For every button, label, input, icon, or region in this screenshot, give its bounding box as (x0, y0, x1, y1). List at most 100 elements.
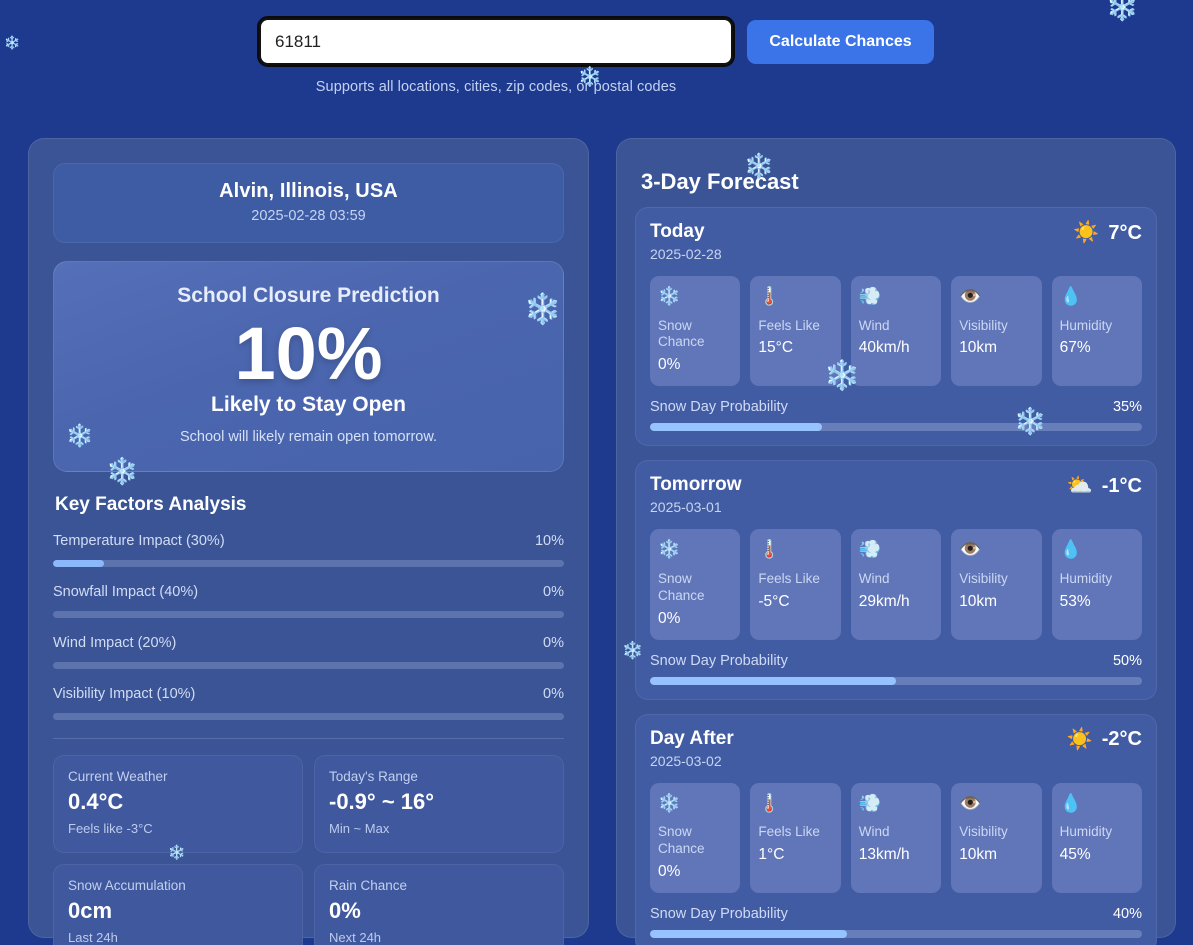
snowflake-icon: ❄️ (658, 793, 732, 815)
snow-probability-value: 50% (1113, 653, 1142, 669)
weather-stat-card: Rain Chance 0% Next 24h (314, 864, 564, 945)
thermometer-icon: 🌡️ (758, 793, 832, 815)
sun-icon: ☀️ (1067, 728, 1093, 752)
location-card: Alvin, Illinois, USA 2025-02-28 03:59 (53, 163, 564, 243)
forecast-day-title-group: Tomorrow 2025-03-01 (650, 474, 741, 515)
forecast-metric-thermometer: 🌡️ Feels Like 1°C (750, 783, 840, 893)
prediction-status: Likely to Stay Open (70, 393, 547, 417)
forecast-day-temperature: -1°C (1102, 475, 1142, 498)
stat-sublabel: Min ~ Max (329, 821, 549, 836)
forecast-day-card[interactable]: Day After 2025-03-02 ☀️-2°C ❄️Snow Chance0%… (635, 714, 1157, 945)
stat-value: 0.4°C (68, 789, 288, 815)
metric-value: 15°C (758, 339, 832, 357)
metric-value: 0% (658, 610, 732, 628)
key-factor-value: 10% (535, 533, 564, 549)
snow-probability-fill (650, 423, 822, 431)
forecast-title: 3-Day Forecast (641, 169, 1157, 195)
key-factor-label: Snowfall Impact (40%) (53, 584, 198, 600)
key-factor-progress-track (53, 662, 564, 669)
snow-probability-header: Snow Day Probability40% (650, 906, 1142, 922)
forecast-metric-eye: 👁️ Visibility 10km (951, 276, 1041, 386)
forecast-day-header: Day After 2025-03-02 ☀️-2°C (650, 728, 1142, 769)
wind-icon: 💨 (859, 286, 933, 308)
forecast-day-title-group: Day After 2025-03-02 (650, 728, 734, 769)
forecast-day-name: Day After (650, 728, 734, 750)
forecast-day-temperature-group: ☀️-2°C (1067, 728, 1142, 752)
forecast-metric-eye: 👁️Visibility10km (951, 783, 1041, 893)
forecast-metric-droplet: 💧Humidity53% (1052, 529, 1142, 639)
metric-label: Visibility (959, 571, 1033, 588)
eye-icon: 👁️ (959, 286, 1033, 308)
metric-value: 10km (959, 339, 1033, 357)
forecast-day-name: Today (650, 221, 722, 243)
prediction-description: School will likely remain open tomorrow. (70, 429, 547, 445)
weather-stat-card: Today's Range -0.9° ~ 16° Min ~ Max (314, 755, 564, 853)
key-factor-value: 0% (543, 635, 564, 651)
forecast-day-date: 2025-03-02 (650, 753, 734, 769)
metric-label: Humidity (1060, 824, 1134, 841)
forecast-day-header: Tomorrow 2025-03-01 ⛅ -1°C (650, 474, 1142, 515)
forecast-day-temperature-group: ⛅ -1°C (1067, 474, 1142, 498)
location-search-input[interactable] (259, 18, 733, 65)
search-field-wrapper: Supports all locations, cities, zip code… (259, 18, 733, 95)
metric-value: 1°C (758, 846, 832, 864)
key-factor-row: Wind Impact (20%)0% (53, 635, 564, 669)
metric-label: Wind (859, 824, 933, 841)
snowflake-icon: ❄️ (658, 286, 732, 308)
metric-value: 0% (658, 863, 732, 881)
stat-value: -0.9° ~ 16° (329, 789, 549, 815)
key-factor-progress-fill (53, 560, 104, 567)
eye-icon: 👁️ (959, 793, 1033, 815)
forecast-metric-droplet: 💧 Humidity 67% (1052, 276, 1142, 386)
forecast-day-date: 2025-02-28 (650, 246, 722, 262)
stat-value: 0cm (68, 898, 288, 924)
key-factor-value: 0% (543, 584, 564, 600)
snow-probability-fill (650, 677, 896, 685)
forecast-metric-wind: 💨Wind29km/h (851, 529, 941, 639)
sun-behind-cloud-icon: ⛅ (1067, 474, 1093, 498)
metric-label: Feels Like (758, 824, 832, 841)
snow-probability-track (650, 677, 1142, 685)
forecast-day-card[interactable]: Today2025-02-28☀️7°C❄️Snow Chance0%🌡️Fee… (635, 207, 1157, 446)
forecast-metric-snowflake: ❄️Snow Chance0% (650, 783, 740, 893)
forecast-day-name: Tomorrow (650, 474, 741, 496)
location-name: Alvin, Illinois, USA (64, 180, 553, 203)
metric-value: 10km (959, 593, 1033, 611)
forecast-metric-droplet: 💧Humidity45% (1052, 783, 1142, 893)
stat-sublabel: Next 24h (329, 930, 549, 945)
key-factors-list: Temperature Impact (30%)10%Snowfall Impa… (53, 533, 564, 739)
forecast-metric-wind: 💨Wind40km/h (851, 276, 941, 386)
metric-value: 29km/h (859, 593, 933, 611)
eye-icon: 👁️ (959, 539, 1033, 561)
snow-probability-value: 35% (1113, 399, 1142, 415)
forecast-day-date: 2025-03-01 (650, 499, 741, 515)
metric-value: 13km/h (859, 846, 933, 864)
stat-sublabel: Feels like -3°C (68, 821, 288, 836)
search-bar: Supports all locations, cities, zip code… (0, 18, 1193, 95)
stat-label: Today's Range (329, 769, 549, 784)
key-factor-progress-track (53, 611, 564, 618)
prediction-title: School Closure Prediction (70, 284, 547, 308)
forecast-day-card[interactable]: Tomorrow 2025-03-01 ⛅ -1°C ❄️Snow Chance0%🌡️… (635, 460, 1157, 699)
key-factor-header: Visibility Impact (10%)0% (53, 686, 564, 702)
forecast-metric-snowflake: ❄️Snow Chance0% (650, 529, 740, 639)
metric-value: 53% (1060, 593, 1134, 611)
key-factors-title: Key Factors Analysis (55, 494, 564, 516)
droplet-icon: 💧 (1060, 286, 1134, 308)
forecast-day-temperature-group: ☀️7°C (1073, 221, 1142, 245)
snowflake-icon: ❄️ (1106, 0, 1138, 20)
forecast-panel: 3-Day Forecast Today2025-02-28☀️7°C❄️Sno… (616, 138, 1176, 938)
snow-probability-label: Snow Day Probability (650, 906, 788, 922)
metric-value: 67% (1060, 339, 1134, 357)
snow-probability-track (650, 423, 1142, 431)
key-factor-header: Snowfall Impact (40%) 0% (53, 584, 564, 600)
stat-value: 0% (329, 898, 549, 924)
stat-label: Rain Chance (329, 878, 549, 893)
forecast-metrics-row: ❄️Snow Chance0%🌡️Feels Like-5°C💨Wind29km… (650, 529, 1142, 639)
calculate-chances-button[interactable]: Calculate Chances (747, 20, 934, 64)
metric-label: Feels Like (758, 318, 832, 335)
forecast-metric-thermometer: 🌡️Feels Like15°C (750, 276, 840, 386)
metric-label: Visibility (959, 318, 1033, 335)
metric-label: Humidity (1060, 318, 1134, 335)
metric-label: Wind (859, 318, 933, 335)
